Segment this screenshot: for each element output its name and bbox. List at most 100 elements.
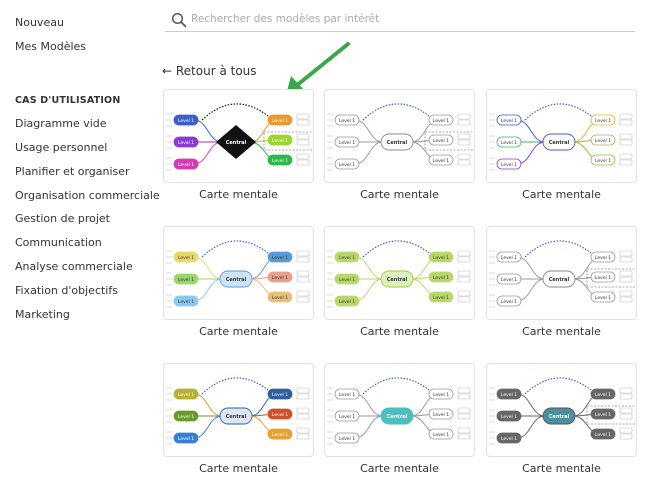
template-caption[interactable]: Carte mentale: [486, 325, 637, 338]
sidebar-item-analyse-commerciale[interactable]: Analyse commerciale: [15, 260, 133, 273]
svg-text:Level 1: Level 1: [339, 436, 355, 442]
svg-text:Level 1: Level 1: [339, 255, 355, 261]
svg-text:Central: Central: [549, 140, 570, 146]
sidebar-item-fixation-objectifs[interactable]: Fixation d'objectifs: [15, 284, 118, 297]
svg-text:Level 1: Level 1: [339, 392, 355, 398]
mindmap-thumbnail: Level 1 Level 1 Level 1 Level 1 Level 1 Level…: [489, 377, 636, 445]
sidebar-item-diagramme-vide[interactable]: Diagramme vide: [15, 117, 107, 130]
svg-text:Level 1: Level 1: [501, 436, 517, 442]
svg-text:Central: Central: [387, 414, 408, 420]
sidebar-item-nouveau[interactable]: Nouveau: [15, 16, 64, 29]
svg-text:Level 1: Level 1: [433, 118, 449, 124]
search-input[interactable]: [191, 10, 621, 28]
svg-text:Level 1: Level 1: [178, 162, 194, 168]
template-caption[interactable]: Carte mentale: [324, 462, 475, 475]
mindmap-thumbnail: Level 1 Level 1 Level 1 Level 1 Level 1 Level…: [327, 240, 471, 308]
svg-text:Level 1: Level 1: [433, 138, 449, 144]
template-caption[interactable]: Carte mentale: [324, 188, 475, 201]
sidebar-item-mes-modeles[interactable]: Mes Modèles: [15, 40, 86, 53]
svg-text:Level 1: Level 1: [178, 392, 194, 398]
mindmap-thumbnail: Level 1 Level 1 Level 1 Level 1 Level 1 Level…: [166, 240, 310, 308]
template-caption[interactable]: Carte mentale: [324, 325, 475, 338]
svg-text:Level 1: Level 1: [595, 275, 611, 281]
sidebar: Nouveau Mes Modèles CAS D'UTILISATION Di…: [0, 0, 160, 480]
svg-text:Level 1: Level 1: [501, 277, 517, 283]
sidebar-item-organisation-commerciale[interactable]: Organisation commerciale: [15, 189, 160, 202]
svg-text:Level 1: Level 1: [339, 277, 355, 283]
svg-text:Level 1: Level 1: [339, 162, 355, 168]
svg-text:Level 1: Level 1: [178, 277, 194, 283]
svg-text:Level 1: Level 1: [433, 295, 449, 301]
svg-text:Level 1: Level 1: [178, 140, 194, 146]
template-card[interactable]: Level 1 Level 1 Level 1 Level 1 Level 1 Level…: [324, 226, 475, 320]
svg-text:Level 1: Level 1: [272, 412, 288, 418]
svg-text:Level 1: Level 1: [595, 255, 611, 261]
svg-text:Level 1: Level 1: [272, 392, 288, 398]
svg-text:Central: Central: [226, 277, 247, 283]
mindmap-thumbnail: Level 1 Level 1 Level 1 Level 1 Level 1 Level…: [327, 377, 471, 445]
svg-text:Level 1: Level 1: [595, 138, 611, 144]
template-card[interactable]: Level 1 Level 1 Level 1 Level 1 Level 1 Level…: [486, 226, 637, 320]
svg-text:Level 1: Level 1: [178, 255, 194, 261]
svg-text:Level 1: Level 1: [595, 392, 611, 398]
template-caption[interactable]: Carte mentale: [486, 462, 637, 475]
mindmap-thumbnail: Level 1 Level 1 Level 1 Level 1 Level 1 Level…: [166, 377, 310, 445]
template-card[interactable]: Level 1 Level 1 Level 1 Level 1 Level 1 Level…: [486, 89, 637, 183]
template-caption[interactable]: Carte mentale: [486, 188, 637, 201]
svg-text:Level 1: Level 1: [272, 275, 288, 281]
svg-text:Level 1: Level 1: [272, 138, 288, 144]
template-caption[interactable]: Carte mentale: [163, 462, 314, 475]
search-bar: [165, 8, 635, 32]
template-card[interactable]: Level 1 Level 1 Level 1 Level 1 Level 1 Level…: [324, 89, 475, 183]
svg-text:Level 1: Level 1: [272, 295, 288, 301]
search-icon[interactable]: [171, 12, 187, 28]
svg-text:Level 1: Level 1: [501, 162, 517, 168]
svg-text:Level 1: Level 1: [339, 118, 355, 124]
svg-text:Level 1: Level 1: [272, 158, 288, 164]
back-to-all-link[interactable]: ← Retour à tous: [162, 64, 257, 78]
svg-text:Level 1: Level 1: [501, 118, 517, 124]
template-card[interactable]: Level 1 Level 1 Level 1 Level 1 Level 1 Level…: [324, 363, 475, 457]
svg-text:Level 1: Level 1: [501, 414, 517, 420]
svg-text:Level 1: Level 1: [595, 412, 611, 418]
svg-text:Level 1: Level 1: [433, 158, 449, 164]
template-caption[interactable]: Carte mentale: [163, 325, 314, 338]
template-card[interactable]: Level 1 Level 1 Level 1 Level 1 Level 1 Level…: [486, 363, 637, 457]
svg-text:Level 1: Level 1: [595, 158, 611, 164]
sidebar-item-usage-personnel[interactable]: Usage personnel: [15, 141, 107, 154]
svg-text:Level 1: Level 1: [178, 299, 194, 305]
template-card[interactable]: Level 1 Level 1 Level 1 Level 1 Level 1 Level…: [163, 363, 314, 457]
svg-text:Level 1: Level 1: [501, 140, 517, 146]
svg-text:Level 1: Level 1: [178, 414, 194, 420]
svg-text:Level 1: Level 1: [272, 432, 288, 438]
svg-text:Level 1: Level 1: [501, 299, 517, 305]
svg-text:Central: Central: [549, 277, 570, 283]
svg-text:Level 1: Level 1: [339, 299, 355, 305]
svg-text:Level 1: Level 1: [433, 275, 449, 281]
svg-text:Level 1: Level 1: [433, 432, 449, 438]
sidebar-item-planifier[interactable]: Planifier et organiser: [15, 165, 130, 178]
svg-text:Level 1: Level 1: [595, 295, 611, 301]
svg-text:Central: Central: [387, 140, 408, 146]
svg-text:Central: Central: [226, 414, 247, 420]
sidebar-item-marketing[interactable]: Marketing: [15, 308, 70, 321]
mindmap-thumbnail: Level 1 Level 1 Level 1 Level 1 Level 1 Level…: [489, 240, 636, 308]
svg-text:Level 1: Level 1: [433, 412, 449, 418]
svg-text:Level 1: Level 1: [339, 140, 355, 146]
svg-text:Level 1: Level 1: [272, 118, 288, 124]
svg-text:Level 1: Level 1: [595, 118, 611, 124]
mindmap-thumbnail: Level 1 Level 1 Level 1 Level 1 Level 1 Level…: [327, 103, 474, 171]
svg-text:Central: Central: [387, 277, 408, 283]
mindmap-thumbnail: Level 1 Level 1 Level 1 Level 1 Level 1 Level…: [166, 103, 313, 171]
template-card[interactable]: Level 1 Level 1 Level 1 Level 1 Level 1 Level…: [163, 89, 314, 183]
svg-text:Level 1: Level 1: [501, 255, 517, 261]
mindmap-thumbnail: Level 1 Level 1 Level 1 Level 1 Level 1 Level…: [489, 103, 633, 171]
svg-text:Level 1: Level 1: [178, 436, 194, 442]
template-caption[interactable]: Carte mentale: [163, 188, 314, 201]
template-card[interactable]: Level 1 Level 1 Level 1 Level 1 Level 1 Level…: [163, 226, 314, 320]
sidebar-item-gestion-projet[interactable]: Gestion de projet: [15, 212, 110, 225]
svg-text:Level 1: Level 1: [501, 392, 517, 398]
svg-text:Level 1: Level 1: [433, 255, 449, 261]
sidebar-item-communication[interactable]: Communication: [15, 236, 102, 249]
svg-text:Central: Central: [226, 140, 247, 146]
